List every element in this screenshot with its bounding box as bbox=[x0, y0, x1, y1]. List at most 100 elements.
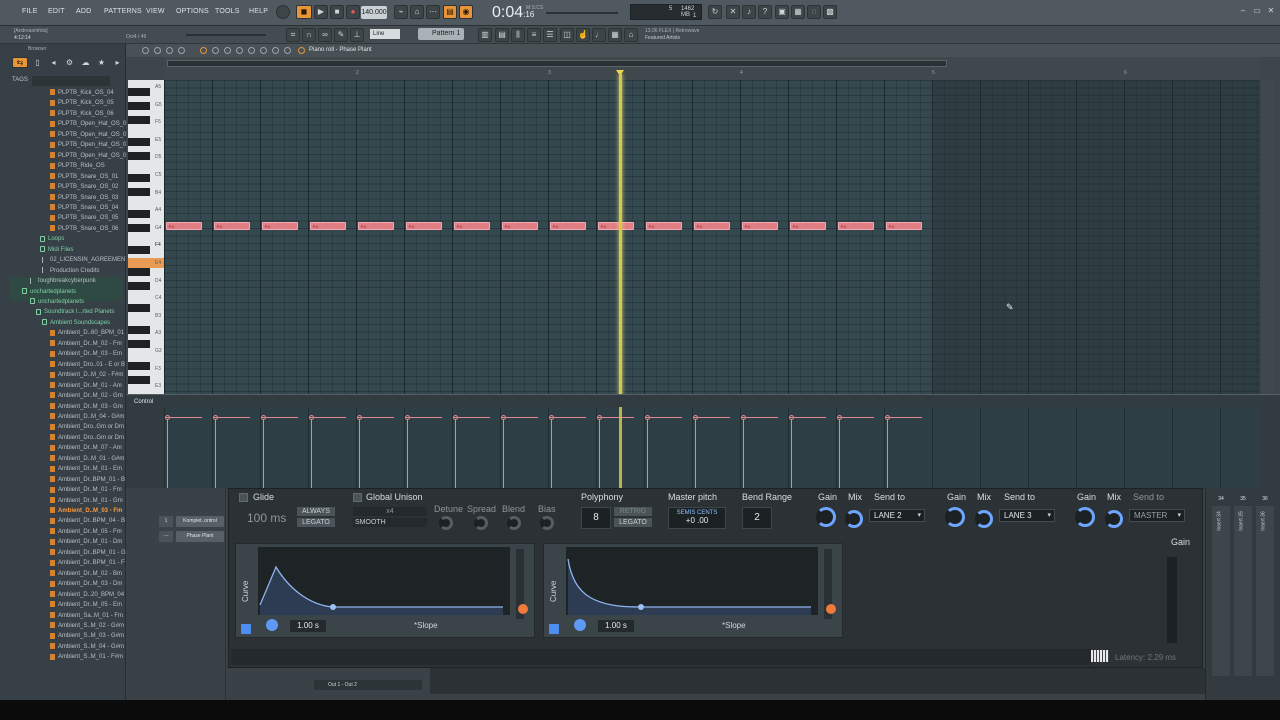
browser-file[interactable]: Ambient_Sa..M_01 - Fm bbox=[50, 611, 123, 621]
browser-file[interactable]: Ambient_D..60_BPM_01 bbox=[50, 328, 124, 338]
pattern-song-toggle[interactable]: ◼ bbox=[296, 5, 312, 19]
midi-note[interactable]: F4 bbox=[694, 222, 730, 230]
browser-file[interactable]: Ambient_Dr..BPM_04 - B bbox=[50, 516, 125, 526]
channel-name[interactable]: Komplet..ontrol bbox=[176, 516, 224, 527]
piano-roll-play-icon[interactable] bbox=[166, 47, 173, 54]
piano-roll-target-icon[interactable] bbox=[298, 47, 305, 54]
browser-file[interactable]: Ambient_D..M_04 - G#m bbox=[50, 412, 124, 422]
lane1-send-select[interactable]: LANE 2 bbox=[869, 509, 925, 522]
envelope-2-slope[interactable]: *Slope bbox=[722, 621, 746, 630]
black-key[interactable] bbox=[128, 102, 150, 110]
render-icon[interactable]: ▦ bbox=[791, 5, 805, 19]
play-button[interactable]: ▶ bbox=[314, 5, 328, 19]
glide-value[interactable]: 100 ms bbox=[247, 511, 286, 525]
browser-folder[interactable]: unchartedplanets bbox=[30, 297, 84, 307]
envelope-1-display[interactable] bbox=[258, 547, 510, 615]
wait-input-icon[interactable]: ⌂ bbox=[410, 5, 424, 19]
cut-icon[interactable]: ✕ bbox=[726, 5, 740, 19]
browser-file[interactable]: PLPTB_Snare_OS_04 bbox=[50, 203, 118, 213]
black-key[interactable] bbox=[128, 304, 150, 312]
plugin-database-icon[interactable]: ◫ bbox=[560, 28, 574, 42]
envelope-1-play-icon[interactable] bbox=[266, 619, 278, 631]
channel-name[interactable]: Phase Plant bbox=[176, 531, 224, 542]
pattern-selector[interactable]: Pattern 1 bbox=[418, 28, 464, 40]
velocity-bar[interactable] bbox=[887, 419, 888, 489]
velocity-bar[interactable] bbox=[359, 419, 360, 489]
piano-roll-zoom-icon[interactable] bbox=[272, 47, 279, 54]
piano-roll-menu-icon[interactable] bbox=[142, 47, 149, 54]
browser-file[interactable]: toughbreakcyberpunk bbox=[30, 276, 96, 286]
browser-file[interactable]: Ambient_Dr..BPM_01 - G bbox=[50, 548, 126, 558]
black-key[interactable] bbox=[128, 326, 150, 334]
browser-file[interactable]: Ambient_Dr..BPM_01 - B bbox=[50, 475, 125, 485]
tags-label[interactable]: TAGS bbox=[12, 77, 28, 83]
browser-folder[interactable]: Ambient Soundscapes bbox=[42, 318, 110, 328]
timeline-ruler[interactable]: 2 3 4 5 6 bbox=[164, 57, 1260, 80]
minimize-icon[interactable]: – bbox=[1236, 5, 1250, 19]
midi-note[interactable]: F4 bbox=[790, 222, 826, 230]
mixer-strip[interactable] bbox=[1212, 506, 1230, 676]
browser-file[interactable]: PLPTB_Snare_OS_05 bbox=[50, 213, 118, 223]
velocity-bar[interactable] bbox=[839, 419, 840, 489]
browser-file[interactable]: Ambient_Dr..M_01 - Gm bbox=[50, 496, 123, 506]
browser-menu-icon[interactable]: ⇆ bbox=[12, 57, 28, 68]
link-icon[interactable]: ∞ bbox=[318, 28, 332, 42]
browser-folder[interactable]: Soundtrack l...rted Planets bbox=[36, 307, 114, 317]
browser-search-input[interactable] bbox=[32, 76, 110, 86]
step-edit-icon[interactable]: ▤ bbox=[443, 5, 457, 19]
mic-icon[interactable]: ♪ bbox=[742, 5, 756, 19]
velocity-bar[interactable] bbox=[503, 419, 504, 489]
envelope-1-slope[interactable]: *Slope bbox=[414, 621, 438, 630]
browser-file[interactable]: PLPTB_Snare_OS_06 bbox=[50, 224, 118, 234]
velocity-lane[interactable] bbox=[164, 407, 1260, 489]
browser-icon[interactable]: ☰ bbox=[543, 28, 557, 42]
lane1-gain-knob[interactable] bbox=[816, 507, 836, 527]
mixer-strip[interactable] bbox=[1234, 506, 1252, 676]
midi-note[interactable]: F4 bbox=[502, 222, 538, 230]
polyphony-value[interactable]: 8 bbox=[581, 507, 611, 529]
playlist-icon[interactable]: ▤ bbox=[495, 28, 509, 42]
black-key[interactable] bbox=[128, 152, 150, 160]
browser-file[interactable]: Ambient_Dr..BPM_01 - F bbox=[50, 558, 125, 568]
velocity-bar[interactable] bbox=[791, 419, 792, 489]
horizontal-scrollbar[interactable] bbox=[167, 60, 947, 67]
control-label[interactable]: Control bbox=[134, 399, 153, 405]
midi-note[interactable]: F4 bbox=[550, 222, 586, 230]
unison-checkbox[interactable] bbox=[353, 493, 362, 502]
unison-mode-select[interactable]: SMOOTH bbox=[353, 518, 427, 527]
menu-view[interactable]: VIEW bbox=[146, 8, 165, 15]
output-select[interactable]: Out 1 - Out 2 bbox=[314, 680, 422, 690]
black-key[interactable] bbox=[128, 282, 150, 290]
menu-help[interactable]: HELP bbox=[249, 8, 268, 15]
browser-star-icon[interactable]: ★ bbox=[96, 57, 107, 68]
envelope-2-time[interactable]: 1.00 s bbox=[598, 620, 634, 632]
midi-note[interactable]: F4 bbox=[646, 222, 682, 230]
piano-roll-delete-icon[interactable] bbox=[224, 47, 231, 54]
browser-file[interactable]: Ambient_Dr..M_05 - Em bbox=[50, 600, 122, 610]
menu-tools[interactable]: TOOLS bbox=[215, 8, 240, 15]
browser-file[interactable]: Ambient_D..M_03 - Fm bbox=[50, 506, 122, 516]
piano-roll-playback-icon[interactable] bbox=[284, 47, 291, 54]
velocity-bar[interactable] bbox=[167, 419, 168, 489]
browser-file[interactable]: PLPTB_Open_Hat_OS_04 bbox=[50, 151, 130, 161]
browser-file[interactable]: PLPTB_Snare_OS_02 bbox=[50, 182, 118, 192]
browser-file[interactable]: Ambient_Dr..M_01 - Em bbox=[50, 464, 122, 474]
velocity-bar[interactable] bbox=[263, 419, 264, 489]
black-key[interactable] bbox=[128, 174, 150, 182]
black-key[interactable] bbox=[128, 246, 150, 254]
browser-file[interactable]: PLPTB_Open_Hat_OS_03 bbox=[50, 140, 130, 150]
piano-keyboard[interactable]: A5G5F5E5D5C5B4A4G4F4E4D4C4B3A3G3F3E3D3C3 bbox=[128, 80, 164, 432]
spread-knob[interactable] bbox=[474, 516, 488, 530]
glide-legato-button[interactable]: LEGATO bbox=[297, 518, 335, 527]
browser-file[interactable]: Ambient_S..M_02 - G#m bbox=[50, 621, 124, 631]
browser-folder[interactable]: unchartedplanets bbox=[22, 287, 76, 297]
news-ticker-2[interactable]: Featured Artists bbox=[645, 35, 680, 41]
blend-notes-icon[interactable]: ◉ bbox=[459, 5, 473, 19]
piano-roll-select-icon[interactable] bbox=[260, 47, 267, 54]
lane3-send-select[interactable]: MASTER bbox=[1129, 509, 1185, 522]
piano-roll-mute-icon[interactable] bbox=[236, 47, 243, 54]
black-key[interactable] bbox=[128, 210, 150, 218]
browser-file[interactable]: Ambient_Dr..M_02 - Fm bbox=[50, 339, 122, 349]
chat-icon[interactable]: ◌ bbox=[807, 5, 821, 19]
lane2-send-select[interactable]: LANE 3 bbox=[999, 509, 1055, 522]
